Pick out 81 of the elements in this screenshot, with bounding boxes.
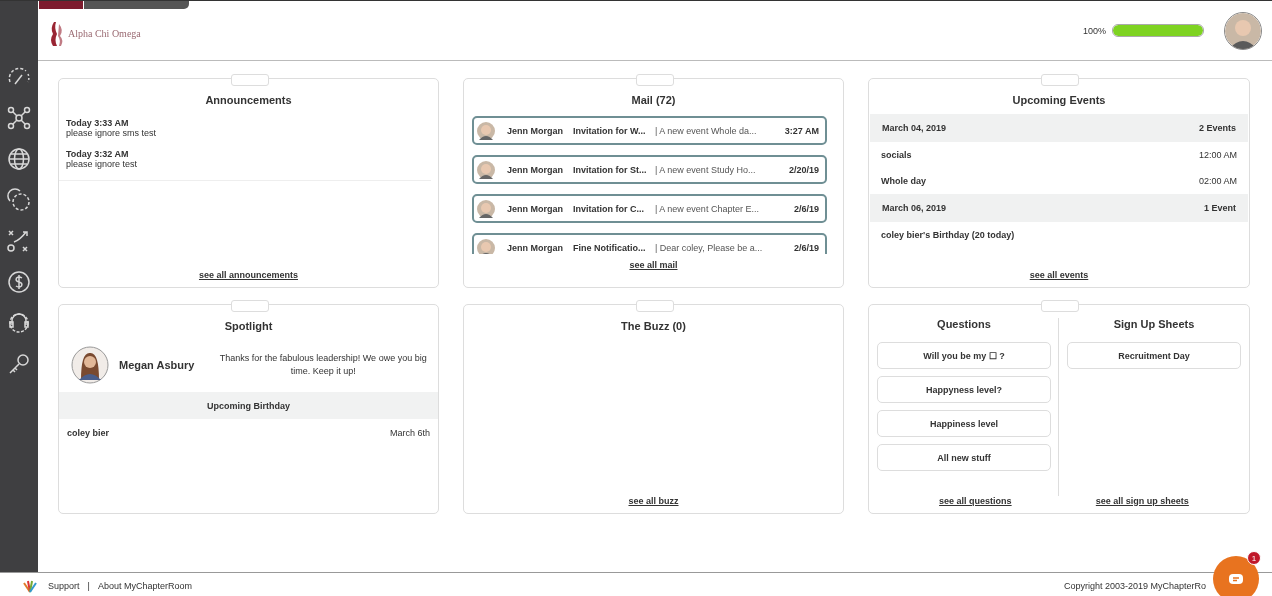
announcement-text: please ignore sms test — [66, 128, 158, 138]
event-value: 2 Events — [1198, 123, 1236, 133]
copyright-text: Copyright 2003-2019 MyChapterRo — [1063, 580, 1206, 591]
mail-row[interactable]: Jenn Morgan Fine Notificatio... | Dear coley, Please be a... 2/6/19 — [472, 233, 827, 254]
event-row[interactable]: coley bier's Birthday (20 today) — [869, 222, 1249, 248]
mail-preview: | Dear coley, Please be a... — [655, 242, 764, 253]
see-all-link[interactable]: see all buzz — [628, 496, 679, 506]
spotlight-message: Thanks for the fabulous leadership! We owe you big time. Keep it up! — [218, 351, 428, 378]
mail-sender: Jenn Morgan — [507, 203, 564, 214]
mail-date: 3:27 AM — [784, 125, 819, 136]
event-row[interactable]: Whole day 02:00 AM — [869, 168, 1249, 194]
mail-row[interactable]: Jenn Morgan Invitation for C... | A new event Chapter E... 2/6/19 — [472, 194, 827, 223]
column-title: Questions — [937, 318, 991, 330]
avatar[interactable] — [1224, 11, 1262, 50]
avatar-icon — [477, 121, 495, 140]
mail-sender: Jenn Morgan — [507, 164, 564, 175]
event-value: 1 Event — [1204, 203, 1236, 213]
sunburst-logo-icon — [20, 578, 40, 593]
avatar-icon — [477, 160, 495, 179]
mail-preview: | A new event Whole da... — [655, 125, 758, 136]
mail-sender: Jenn Morgan — [507, 125, 564, 136]
announcement-time: Today 3:33 AM — [66, 118, 130, 128]
person-name: Megan Asbury — [119, 359, 195, 371]
see-all-link[interactable]: see all questions — [939, 496, 1012, 506]
see-all-link[interactable]: see all mail — [629, 260, 678, 270]
card-title: Upcoming Events — [1012, 94, 1106, 106]
notification-badge: 1 — [1247, 551, 1261, 565]
mail-sender: Jenn Morgan — [507, 242, 564, 253]
event-value: 02:00 AM — [1198, 176, 1237, 186]
birthday-date: March 6th — [389, 428, 430, 438]
mail-date: 2/20/19 — [788, 164, 819, 175]
mail-subject: Invitation for St... — [573, 164, 648, 175]
mail-subject: Invitation for W... — [573, 125, 647, 136]
footer-link[interactable]: About MyChapterRoom — [97, 580, 192, 591]
question-button[interactable]: Will you be my ☐ ? — [877, 342, 1051, 369]
mail-preview: | A new event Study Ho... — [655, 164, 757, 175]
see-all-link[interactable]: see all events — [1029, 270, 1089, 280]
birthday-name: coley bier — [67, 428, 110, 438]
drag-handle[interactable] — [1041, 300, 1079, 312]
event-label: socials — [881, 150, 912, 160]
event-row[interactable]: socials 12:00 AM — [869, 142, 1249, 168]
card-title: Mail (72) — [631, 94, 676, 106]
card-title: Spotlight — [224, 320, 273, 332]
drag-handle[interactable] — [635, 300, 674, 312]
event-label: March 06, 2019 — [882, 203, 947, 213]
drag-handle[interactable] — [1041, 74, 1079, 86]
separator: | — [87, 580, 90, 591]
question-button[interactable]: Happiness level — [877, 410, 1051, 437]
card-title: Announcements — [205, 94, 292, 106]
logo-text: Alpha Chi Omega — [68, 28, 141, 39]
see-all-link[interactable]: see all announcements — [198, 270, 298, 280]
mail-row[interactable]: Jenn Morgan Invitation for St... | A new event Study Ho... 2/20/19 — [472, 155, 827, 184]
announcement-text: please ignore test — [66, 159, 139, 169]
progress-reading: 100% — [1082, 25, 1106, 36]
mail-subject: Invitation for C... — [573, 203, 645, 214]
mail-preview: | A new event Chapter E... — [655, 203, 760, 214]
announcement-time: Today 3:32 AM — [66, 149, 130, 159]
column-title: Sign Up Sheets — [1113, 318, 1195, 330]
signup-button[interactable]: Recruitment Day — [1067, 342, 1241, 369]
drag-handle[interactable] — [230, 74, 269, 86]
mail-row[interactable]: Jenn Morgan Invitation for W... | A new event Whole da... 3:27 AM — [472, 116, 827, 145]
chat-button[interactable] — [1213, 556, 1259, 596]
avatar-icon — [477, 199, 495, 218]
drag-handle[interactable] — [635, 74, 674, 86]
avatar-icon — [71, 346, 109, 384]
drag-handle[interactable] — [230, 300, 269, 312]
question-button[interactable]: All new stuff — [877, 444, 1051, 471]
section-title: Upcoming Birthday — [207, 400, 290, 411]
footer-link[interactable]: Support — [48, 580, 80, 591]
event-value: 12:00 AM — [1198, 150, 1237, 160]
avatar-icon — [477, 238, 495, 254]
mail-date: 2/6/19 — [793, 203, 819, 214]
question-button[interactable]: Happyness level? — [877, 376, 1051, 403]
event-label: Whole day — [881, 176, 926, 186]
mail-subject: Fine Notificatio... — [573, 242, 647, 253]
event-label: coley bier's Birthday (20 today) — [881, 230, 1015, 240]
chat-bubble-icon — [1228, 573, 1244, 585]
card-title: The Buzz (0) — [621, 320, 686, 332]
event-label: March 04, 2019 — [882, 123, 947, 133]
see-all-link[interactable]: see all sign up sheets — [1095, 496, 1189, 506]
mail-date: 2/6/19 — [793, 242, 819, 253]
